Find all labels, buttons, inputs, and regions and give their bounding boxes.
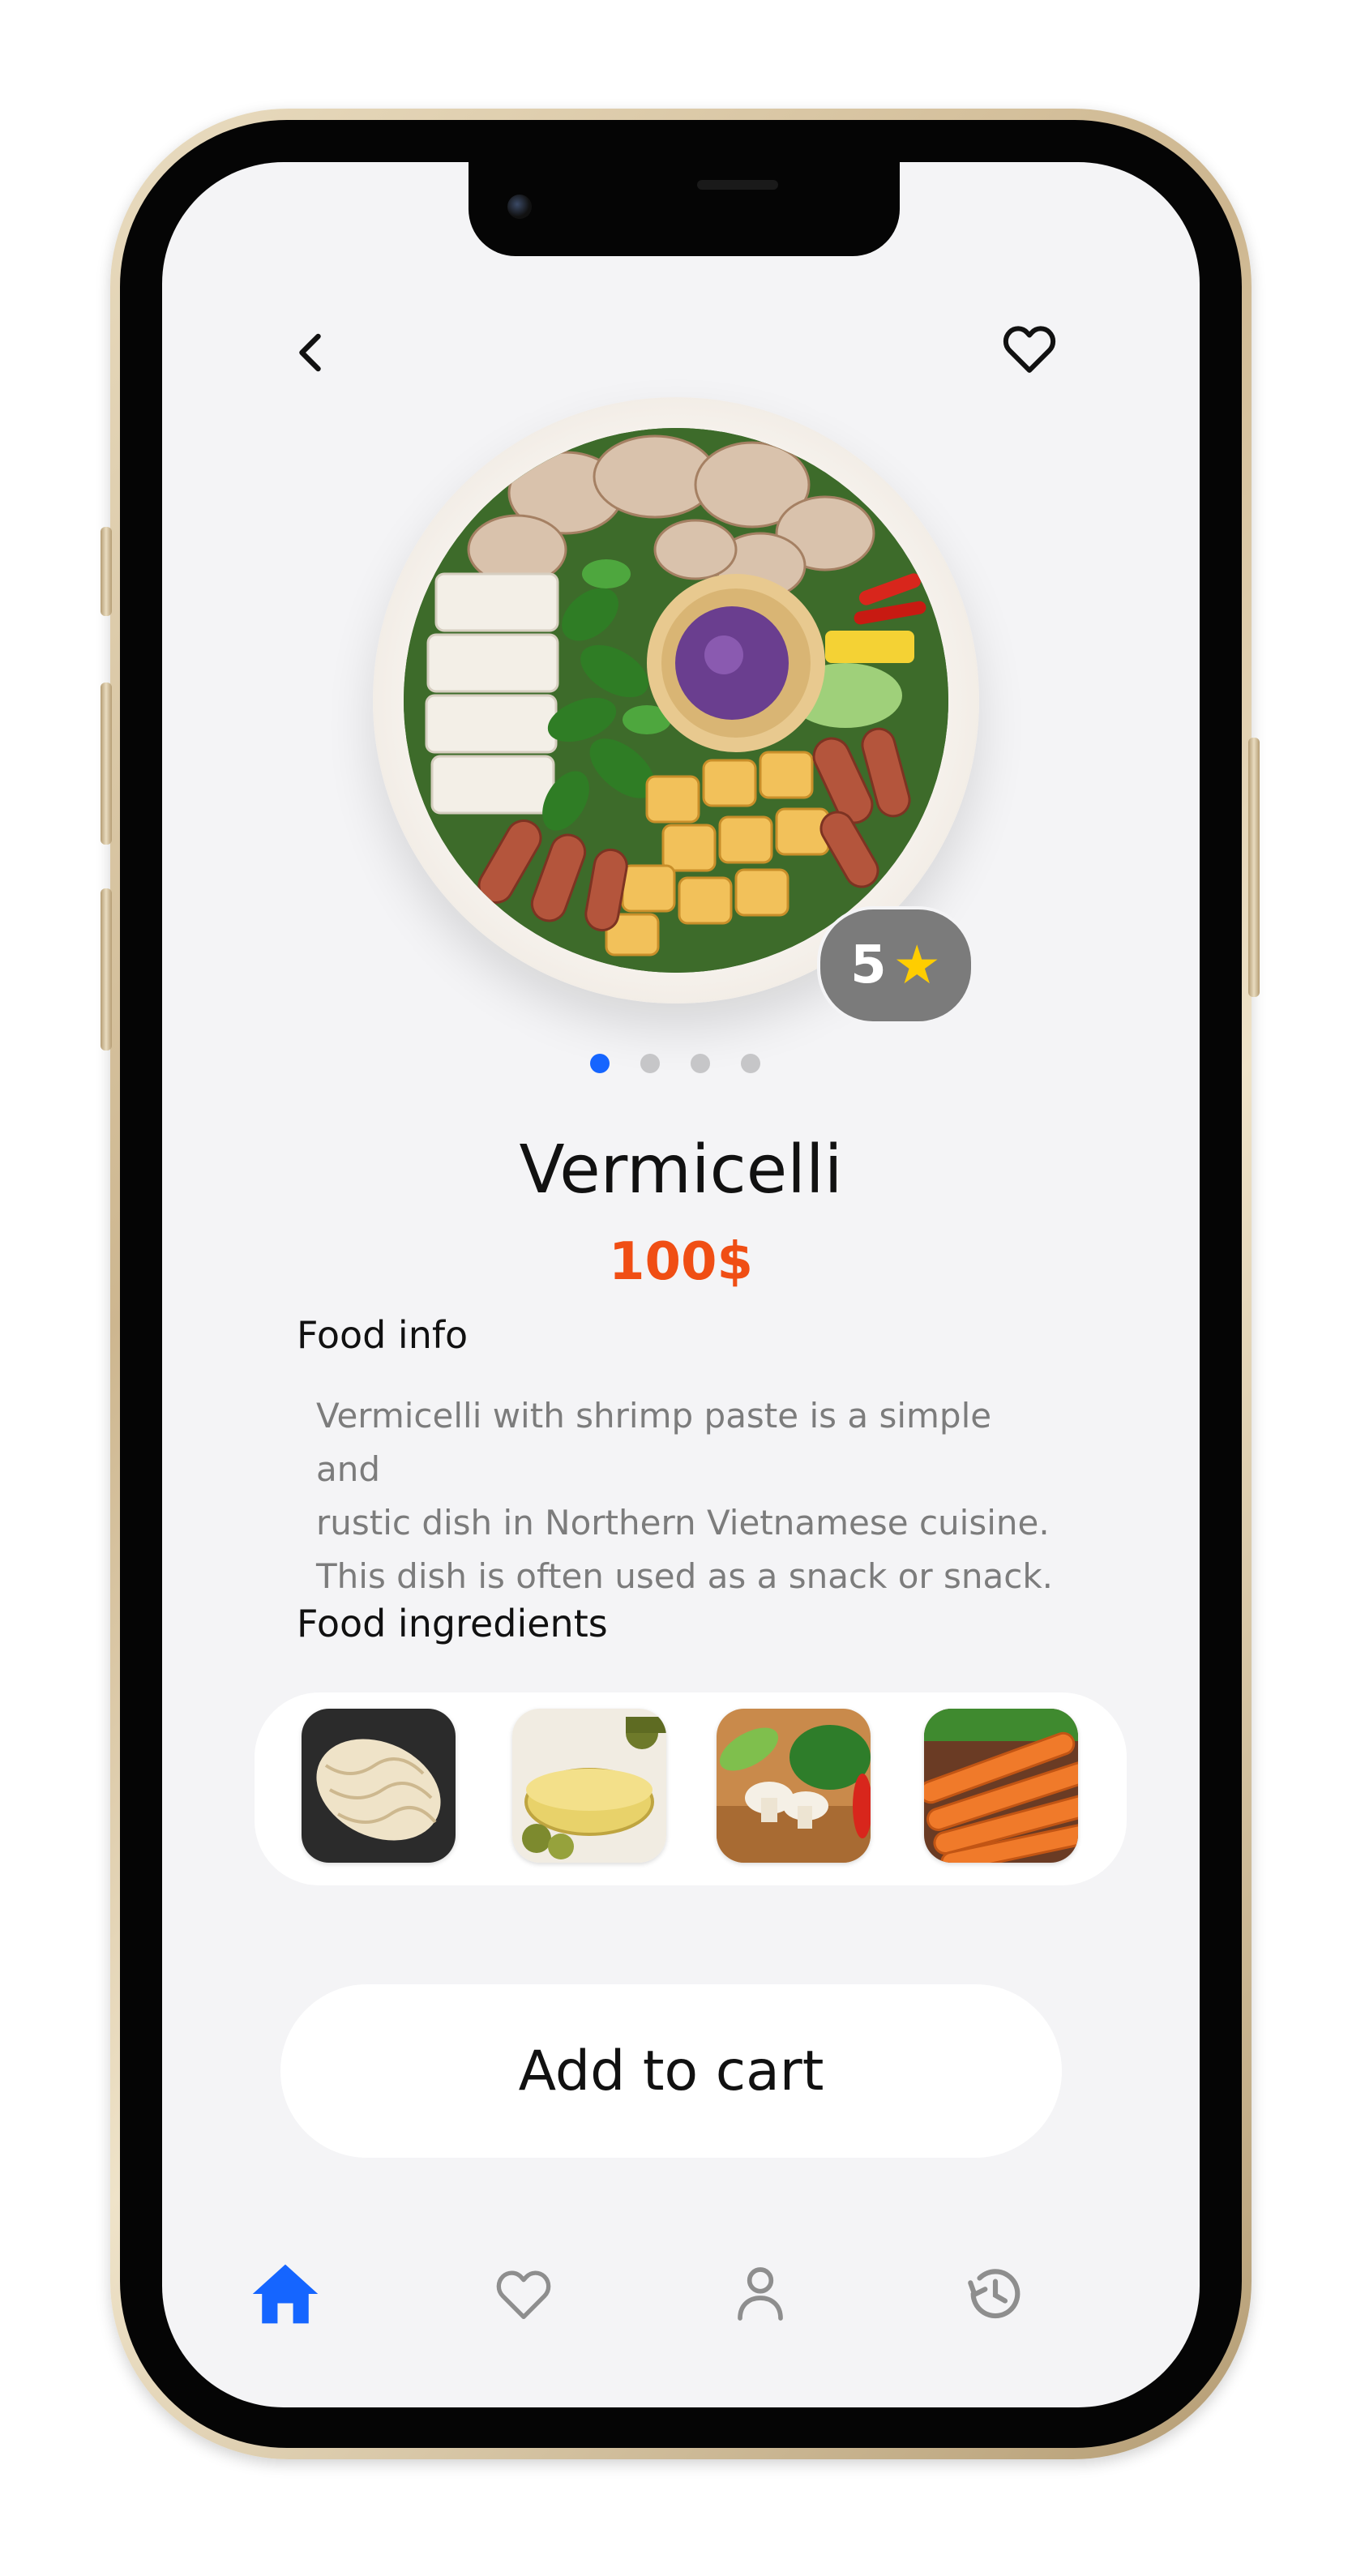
notch [469, 162, 900, 256]
rating-badge: 5 ★ [817, 906, 974, 1025]
mute-switch [101, 527, 112, 616]
food-title: Vermicelli [519, 1132, 843, 1209]
volume-down-button [101, 888, 112, 1051]
chevron-left-icon [299, 333, 321, 372]
ingredient-rice-noodles[interactable] [302, 1709, 456, 1863]
power-button [1248, 738, 1260, 997]
carousel-dot[interactable] [741, 1054, 760, 1073]
carousel-dot[interactable] [691, 1054, 710, 1073]
tab-favorites[interactable] [475, 2245, 572, 2343]
home-icon [252, 2264, 319, 2324]
ingredient-olive-oil[interactable] [512, 1709, 666, 1863]
dish-illustration [404, 428, 948, 973]
history-icon [968, 2269, 1021, 2319]
camera-icon [507, 195, 532, 219]
carrots-image [924, 1709, 1078, 1863]
food-info-heading: Food info [297, 1313, 469, 1357]
food-ingredients-heading: Food ingredients [297, 1602, 608, 1645]
app-screen: 5 ★ Vermicelli 100$ Food info Vermicelli… [162, 162, 1200, 2407]
bottom-tab-bar [162, 2245, 1200, 2343]
carousel-dot-active[interactable] [590, 1054, 610, 1073]
add-to-cart-button[interactable]: Add to cart [280, 1984, 1062, 2158]
volume-up-button [101, 683, 112, 845]
food-price: 100$ [608, 1232, 754, 1292]
food-info-line: rustic dish in Northern Vietnamese cuisi… [316, 1503, 1050, 1543]
person-icon [738, 2267, 783, 2321]
back-button[interactable] [267, 308, 357, 397]
food-info-description: Vermicelli with shrimp paste is a simple… [316, 1389, 1062, 1603]
star-icon: ★ [892, 934, 941, 996]
ingredients-list [255, 1692, 1127, 1885]
carousel-dot[interactable] [640, 1054, 660, 1073]
food-info-line: Vermicelli with shrimp paste is a simple… [316, 1396, 992, 1489]
food-info-line: This dish is often used as a snack or sn… [316, 1556, 1054, 1596]
carousel-indicator [590, 1054, 760, 1073]
olive-oil-image [512, 1709, 666, 1863]
tab-profile[interactable] [712, 2245, 809, 2343]
rating-value: 5 [850, 935, 887, 995]
favorite-button[interactable] [981, 300, 1078, 397]
mushrooms-herbs-image [717, 1709, 871, 1863]
tab-home[interactable] [237, 2245, 334, 2343]
tab-history[interactable] [947, 2245, 1044, 2343]
heart-icon [496, 2270, 551, 2319]
dish-image [404, 428, 948, 973]
rice-noodles-image [302, 1709, 456, 1863]
ingredient-carrots[interactable] [924, 1709, 1078, 1863]
ingredient-mushrooms-herbs[interactable] [717, 1709, 871, 1863]
heart-outline-icon [1003, 326, 1056, 373]
